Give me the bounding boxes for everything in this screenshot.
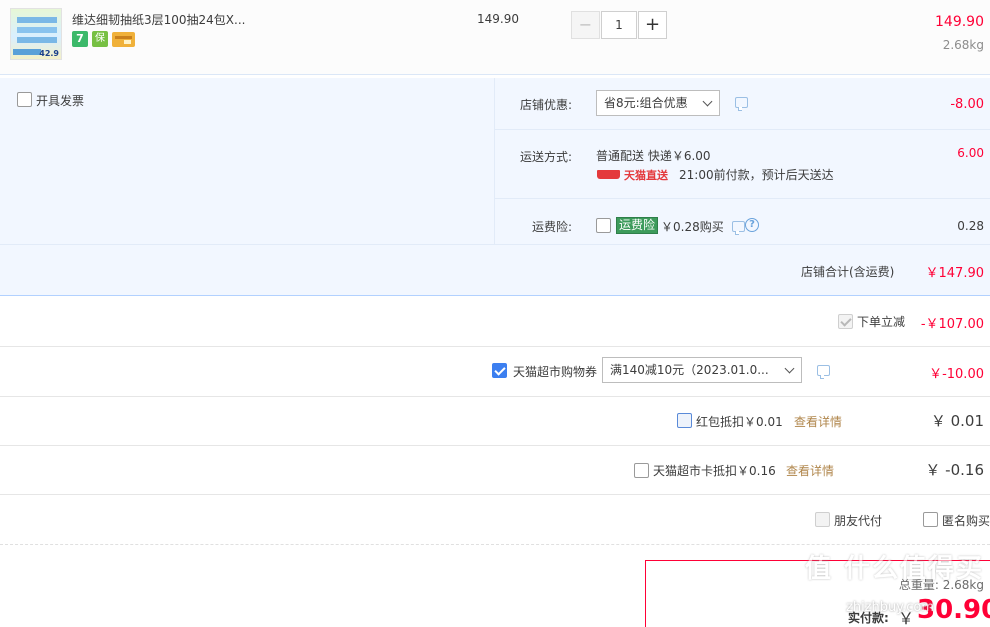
item-subtotal: 149.90: [935, 14, 984, 30]
coupon-label: 天猫超市购物券: [513, 365, 598, 379]
friend-pay-checkbox[interactable]: [815, 512, 830, 527]
insurance-text: ￥0.28购买: [661, 220, 724, 234]
chevron-down-icon: [784, 363, 795, 374]
invoice-label: 开具发票: [36, 94, 85, 108]
quantity-input[interactable]: [601, 11, 637, 39]
redpacket-label: 红包抵扣￥0.01: [696, 415, 783, 429]
coupon-select[interactable]: 满140减10元（2023.01.0...: [602, 357, 802, 383]
quantity-decrease-button[interactable]: −: [571, 11, 600, 39]
shipping-method: 普通配送 快递￥6.00: [596, 149, 711, 163]
unit-price: 149.90: [477, 12, 519, 26]
message-icon[interactable]: [735, 97, 748, 111]
instant-reduce-value: -￥107.00: [920, 317, 984, 332]
payment-summary-box: 总重量: 2.68kg 实付款: ￥ 30.90: [645, 560, 990, 627]
instant-reduce-label: 下单立减: [857, 315, 906, 329]
product-thumbnail[interactable]: 42.9: [10, 8, 62, 60]
redpacket-checkbox[interactable]: [677, 413, 692, 428]
card-label: 天猫超市卡抵扣￥0.16: [653, 464, 776, 478]
anonymous-checkbox[interactable]: [923, 512, 938, 527]
guarantee-badge[interactable]: 保: [92, 31, 108, 47]
coupon-value: ￥-10.00: [929, 367, 984, 382]
seven-day-return-badge[interactable]: 7: [72, 31, 88, 47]
quantity-stepper: − +: [571, 11, 667, 39]
coupon-select-value: 满140减10元（2023.01.0...: [610, 363, 769, 377]
message-icon[interactable]: [732, 221, 745, 235]
quantity-increase-button[interactable]: +: [638, 11, 667, 39]
credit-card-icon[interactable]: [112, 32, 135, 47]
item-weight: 2.68kg: [942, 38, 984, 52]
shop-total-label: 店铺合计(含运费): [801, 265, 895, 279]
shop-discount-value: -8.00: [950, 97, 984, 112]
shop-discount-select-value: 省8元:组合优惠: [604, 96, 688, 110]
tmall-cat-icon: [597, 170, 620, 179]
redpacket-details-link[interactable]: 查看详情: [794, 413, 842, 430]
insurance-checkbox[interactable]: [596, 218, 611, 233]
shipping-label: 运送方式:: [520, 150, 573, 164]
invoice-checkbox[interactable]: [17, 92, 32, 107]
anonymous-label: 匿名购买: [942, 514, 990, 528]
help-icon[interactable]: ?: [745, 218, 759, 232]
shipping-value: 6.00: [957, 146, 984, 160]
thumb-price-tag: 42.9: [39, 49, 59, 58]
message-icon[interactable]: [817, 365, 830, 379]
insurance-badge: 运费险: [616, 217, 659, 234]
friend-pay-label: 朋友代付: [834, 514, 883, 528]
chevron-down-icon: [702, 96, 713, 107]
card-details-link[interactable]: 查看详情: [786, 462, 834, 479]
watermark-url: zhizhbuy.com: [846, 600, 934, 615]
insurance-label: 运费险:: [532, 220, 573, 234]
total-weight: 总重量: 2.68kg: [898, 578, 984, 592]
shop-discount-label: 店铺优惠:: [520, 98, 573, 112]
shipping-note: 21:00前付款，预计后天送达: [679, 168, 834, 182]
product-title-link[interactable]: 维达细韧抽纸3层100抽24包X...: [72, 11, 245, 28]
redpacket-value: ￥ 0.01: [930, 412, 984, 430]
shop-discount-select[interactable]: 省8元:组合优惠: [596, 90, 720, 116]
card-checkbox[interactable]: [634, 463, 649, 478]
coupon-checkbox[interactable]: [492, 363, 507, 378]
card-value: ￥ -0.16: [925, 461, 984, 479]
shop-total-value: ￥147.90: [925, 266, 985, 281]
insurance-value: 0.28: [957, 219, 984, 233]
instant-reduce-checkbox[interactable]: [838, 314, 853, 329]
